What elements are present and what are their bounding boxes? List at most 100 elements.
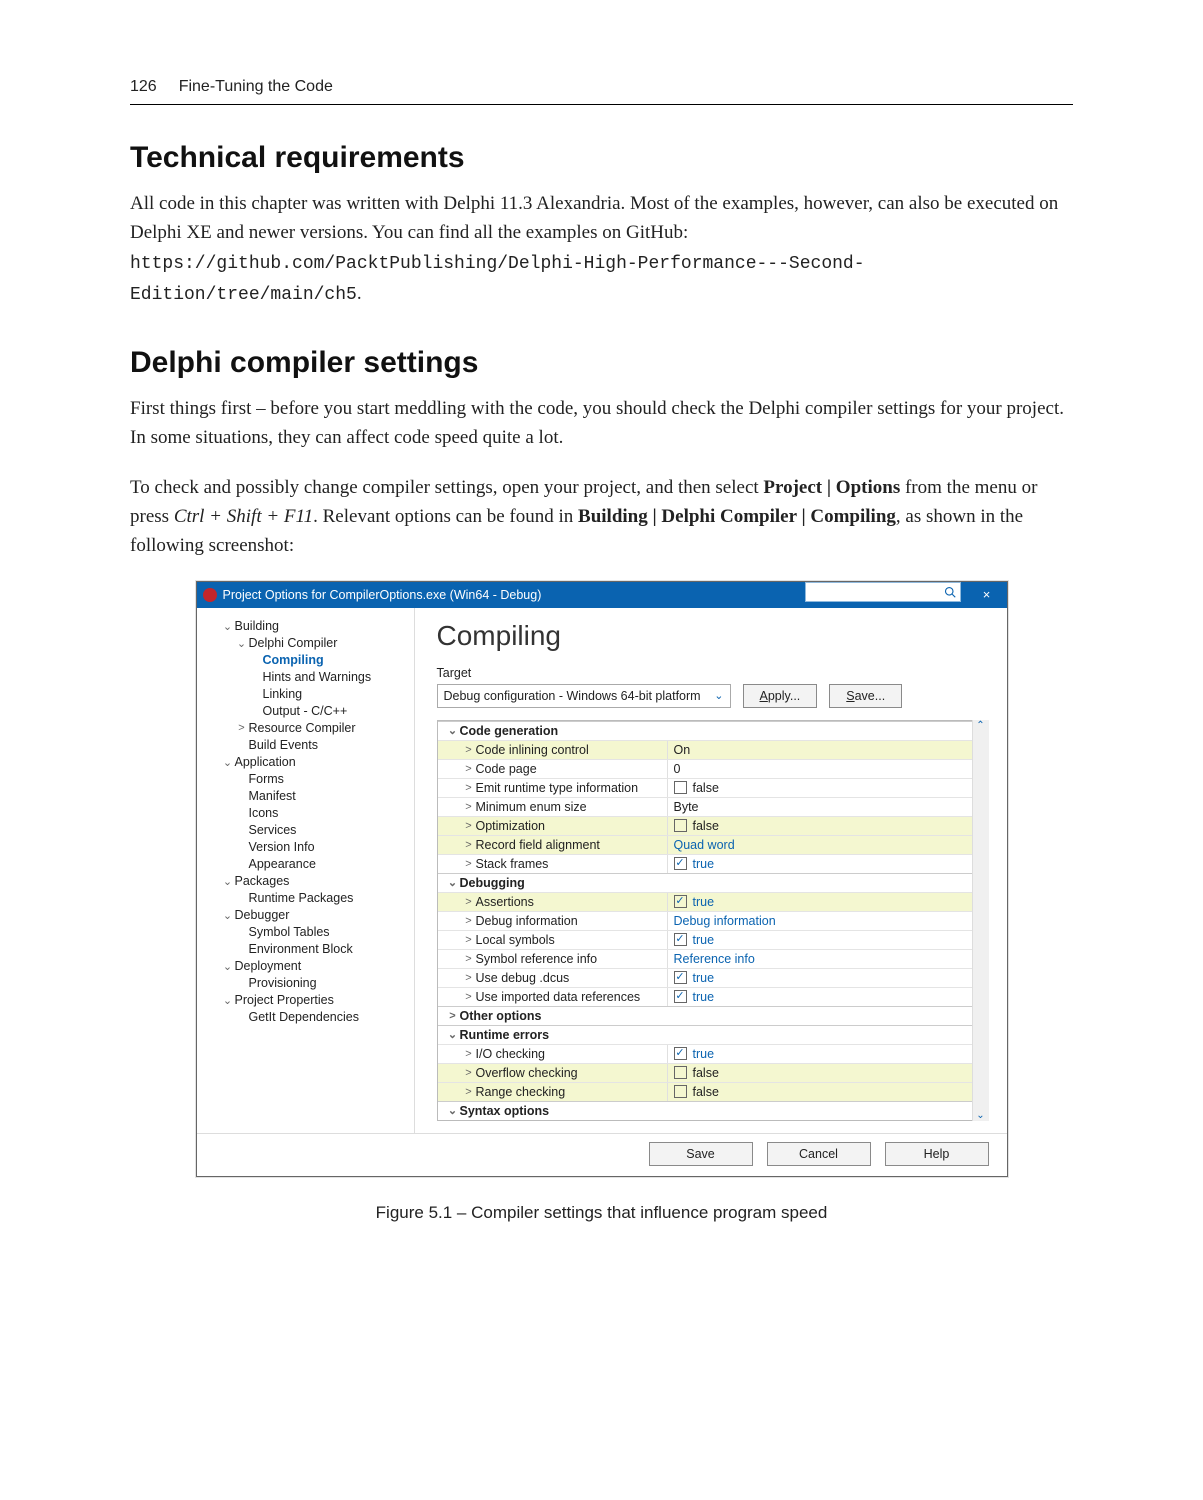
tree-item[interactable]: Output - C/C++ [207,703,408,720]
property-row[interactable]: >Code page0 [438,759,988,778]
scroll-up-icon[interactable]: ⌃ [976,720,984,731]
property-row[interactable]: >Use imported data referencestrue [438,987,988,1006]
property-row[interactable]: >Use debug .dcustrue [438,968,988,987]
property-row[interactable]: >Range checkingfalse [438,1082,988,1101]
property-value-cell[interactable]: false [668,817,988,835]
property-value-cell[interactable] [668,1026,988,1044]
tree-item[interactable]: Build Events [207,737,408,754]
checkbox-icon[interactable] [674,971,687,984]
property-value-cell[interactable]: false [668,1064,988,1082]
options-tree[interactable]: ⌄Building⌄Delphi CompilerCompiling Hints … [197,608,415,1133]
property-value-cell[interactable]: On [668,741,988,759]
checkbox-icon[interactable] [674,1066,687,1079]
checkbox-icon[interactable] [674,933,687,946]
tree-item[interactable]: Compiling [207,652,408,669]
property-group[interactable]: ⌄Debugging [438,873,988,892]
property-label: Optimization [476,819,545,833]
property-label: Assertions [476,895,534,909]
property-row[interactable]: >Minimum enum sizeByte [438,797,988,816]
tree-item[interactable]: ⌄Delphi Compiler [207,635,408,652]
help-button[interactable]: Help [885,1142,989,1166]
tree-item-label: Project Properties [235,993,334,1007]
tree-item[interactable]: Linking [207,686,408,703]
property-value-cell[interactable]: true [668,969,988,987]
tree-item[interactable]: Symbol Tables [207,924,408,941]
tree-item[interactable]: Services [207,822,408,839]
property-row[interactable]: >Record field alignmentQuad word [438,835,988,854]
property-value-cell[interactable]: true [668,893,988,911]
property-row[interactable]: >Assertionstrue [438,892,988,911]
checkbox-icon[interactable] [674,781,687,794]
tree-item[interactable]: ⌄Project Properties [207,992,408,1009]
apply-button[interactable]: Apply... [743,684,818,708]
property-row[interactable]: >Debug informationDebug information [438,911,988,930]
property-value-cell[interactable]: Debug information [668,912,988,930]
tree-item[interactable]: Hints and Warnings [207,669,408,686]
property-value-cell[interactable]: Byte [668,798,988,816]
property-label: I/O checking [476,1047,545,1061]
property-grid[interactable]: ⌄Code generation>Code inlining controlOn… [437,720,989,1121]
tree-item[interactable]: ⌄Packages [207,873,408,890]
tree-item[interactable]: Runtime Packages [207,890,408,907]
property-group[interactable]: ⌄Code generation [438,721,988,740]
property-value-cell[interactable]: Reference info [668,950,988,968]
property-row[interactable]: >I/O checkingtrue [438,1044,988,1063]
property-value: true [693,971,715,985]
checkbox-icon[interactable] [674,990,687,1003]
scrollbar[interactable]: ⌃ ⌄ [972,720,989,1121]
search-input[interactable] [805,582,961,602]
tree-item[interactable]: Icons [207,805,408,822]
cancel-button[interactable]: Cancel [767,1142,871,1166]
property-value-cell[interactable] [668,1102,988,1120]
property-group[interactable]: ⌄Runtime errors [438,1025,988,1044]
tree-item[interactable]: Appearance [207,856,408,873]
property-group[interactable]: >Other options [438,1006,988,1025]
tree-item[interactable]: ⌄Debugger [207,907,408,924]
text: . Relevant options can be found in [313,506,578,527]
property-value-cell[interactable] [668,1007,988,1025]
checkbox-icon[interactable] [674,1047,687,1060]
tree-item[interactable]: ⌄Building [207,618,408,635]
tree-item[interactable]: GetIt Dependencies [207,1009,408,1026]
tree-item[interactable]: Manifest [207,788,408,805]
tree-item[interactable]: Forms [207,771,408,788]
property-row[interactable]: >Optimizationfalse [438,816,988,835]
property-row[interactable]: >Emit runtime type informationfalse [438,778,988,797]
tree-item-label: Compiling [263,653,324,667]
property-group[interactable]: ⌄Syntax options [438,1101,988,1120]
checkbox-icon[interactable] [674,1085,687,1098]
checkbox-icon[interactable] [674,857,687,870]
target-combo[interactable]: Debug configuration - Windows 64-bit pla… [437,684,731,708]
property-row[interactable]: >Code inlining controlOn [438,740,988,759]
checkbox-icon[interactable] [674,895,687,908]
property-row[interactable]: >Local symbolstrue [438,930,988,949]
tree-item[interactable]: ⌄Deployment [207,958,408,975]
property-value-cell[interactable]: Quad word [668,836,988,854]
property-row[interactable]: >Stack framestrue [438,854,988,873]
property-value-cell[interactable]: true [668,931,988,949]
property-value-cell[interactable]: false [668,1083,988,1101]
property-value-cell[interactable]: true [668,1045,988,1063]
property-value-cell[interactable]: true [668,988,988,1006]
tree-item[interactable]: Version Info [207,839,408,856]
tree-item[interactable]: >Resource Compiler [207,720,408,737]
property-value-cell[interactable] [668,874,988,892]
tree-item[interactable]: ⌄Application [207,754,408,771]
property-value-cell[interactable]: false [668,779,988,797]
property-value-cell[interactable] [668,722,988,740]
property-row[interactable]: >Overflow checkingfalse [438,1063,988,1082]
checkbox-icon[interactable] [674,819,687,832]
property-value-cell[interactable]: 0 [668,760,988,778]
scroll-down-icon[interactable]: ⌄ [976,1110,984,1121]
property-row[interactable]: >Symbol reference infoReference info [438,949,988,968]
save-target-button[interactable]: Save... [829,684,902,708]
chevron-right-icon: > [462,953,476,965]
tree-item[interactable]: Provisioning [207,975,408,992]
save-button[interactable]: Save [649,1142,753,1166]
property-value-cell[interactable]: true [668,855,988,873]
chevron-right-icon: > [462,1067,476,1079]
chevron-down-icon: ⌄ [221,756,235,769]
close-button[interactable]: × [967,582,1007,608]
tree-item[interactable]: Environment Block [207,941,408,958]
property-value: true [693,933,715,947]
